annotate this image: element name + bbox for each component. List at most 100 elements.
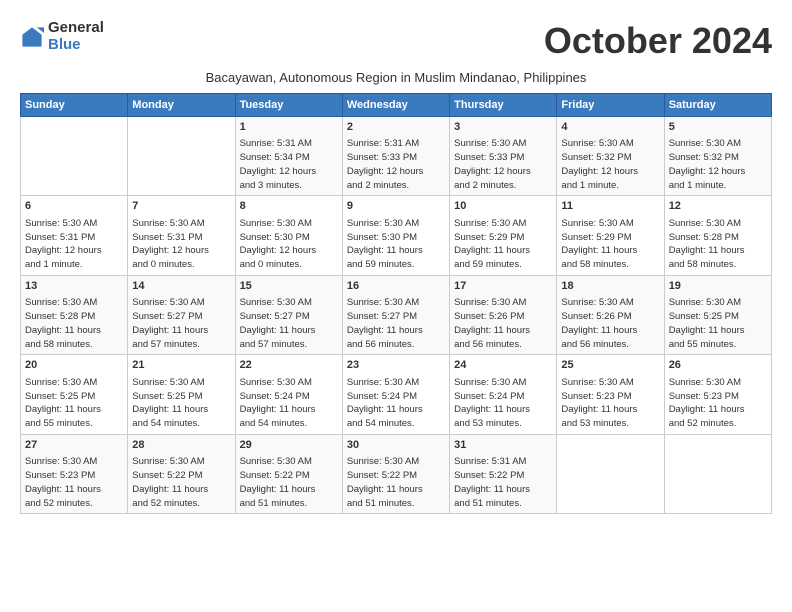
calendar-cell: 31Sunrise: 5:31 AM Sunset: 5:22 PM Dayli… — [450, 434, 557, 513]
calendar-cell: 4 Sunrise: 5:30 AM Sunset: 5:32 PM Daylig… — [557, 117, 664, 196]
day-number: 31 — [454, 438, 552, 453]
logo-blue-text: Blue — [48, 37, 104, 54]
calendar-cell: 8 Sunrise: 5:30 AM Sunset: 5:30 PM Daylig… — [235, 196, 342, 275]
day-number: 11 — [561, 199, 659, 214]
header-thursday: Thursday — [450, 94, 557, 117]
calendar-cell: 27Sunrise: 5:30 AM Sunset: 5:23 PM Dayli… — [21, 434, 128, 513]
day-number: 3 — [454, 120, 552, 135]
day-info: Sunrise: 5:30 AM Sunset: 5:27 PM Dayligh… — [132, 296, 230, 351]
calendar-cell: 2 Sunrise: 5:31 AM Sunset: 5:33 PM Daylig… — [342, 117, 449, 196]
day-info: Sunrise: 5:30 AM Sunset: 5:30 PM Dayligh… — [240, 217, 338, 272]
week-row-4: 27Sunrise: 5:30 AM Sunset: 5:23 PM Dayli… — [21, 434, 772, 513]
day-number: 30 — [347, 438, 445, 453]
calendar-cell: 5 Sunrise: 5:30 AM Sunset: 5:32 PM Daylig… — [664, 117, 771, 196]
day-info: Sunrise: 5:30 AM Sunset: 5:24 PM Dayligh… — [240, 376, 338, 431]
day-number: 2 — [347, 120, 445, 135]
day-info: Sunrise: 5:30 AM Sunset: 5:22 PM Dayligh… — [132, 455, 230, 510]
calendar-cell: 19 Sunrise: 5:30 AM Sunset: 5:25 PM Dayli… — [664, 275, 771, 354]
day-number: 28 — [132, 438, 230, 453]
header-wednesday: Wednesday — [342, 94, 449, 117]
calendar-cell: 29Sunrise: 5:30 AM Sunset: 5:22 PM Dayli… — [235, 434, 342, 513]
day-info: Sunrise: 5:30 AM Sunset: 5:32 PM Dayligh… — [561, 137, 659, 192]
header-saturday: Saturday — [664, 94, 771, 117]
page-subtitle: Bacayawan, Autonomous Region in Muslim M… — [20, 70, 772, 85]
calendar-table: SundayMondayTuesdayWednesdayThursdayFrid… — [20, 93, 772, 514]
day-number: 21 — [132, 358, 230, 373]
calendar-cell: 10Sunrise: 5:30 AM Sunset: 5:29 PM Dayli… — [450, 196, 557, 275]
calendar-cell: 23 Sunrise: 5:30 AM Sunset: 5:24 PM Dayli… — [342, 355, 449, 434]
month-title: October 2024 — [544, 20, 772, 62]
day-info: Sunrise: 5:30 AM Sunset: 5:28 PM Dayligh… — [669, 217, 767, 272]
day-number: 26 — [669, 358, 767, 373]
day-info: Sunrise: 5:30 AM Sunset: 5:25 PM Dayligh… — [669, 296, 767, 351]
calendar-cell — [664, 434, 771, 513]
day-number: 5 — [669, 120, 767, 135]
day-info: Sunrise: 5:30 AM Sunset: 5:22 PM Dayligh… — [240, 455, 338, 510]
day-info: Sunrise: 5:30 AM Sunset: 5:29 PM Dayligh… — [561, 217, 659, 272]
calendar-header: SundayMondayTuesdayWednesdayThursdayFrid… — [21, 94, 772, 117]
header-row: SundayMondayTuesdayWednesdayThursdayFrid… — [21, 94, 772, 117]
calendar-cell — [21, 117, 128, 196]
calendar-cell — [557, 434, 664, 513]
day-number: 13 — [25, 279, 123, 294]
day-info: Sunrise: 5:30 AM Sunset: 5:27 PM Dayligh… — [347, 296, 445, 351]
day-info: Sunrise: 5:30 AM Sunset: 5:22 PM Dayligh… — [347, 455, 445, 510]
day-number: 12 — [669, 199, 767, 214]
day-info: Sunrise: 5:30 AM Sunset: 5:25 PM Dayligh… — [132, 376, 230, 431]
day-info: Sunrise: 5:30 AM Sunset: 5:24 PM Dayligh… — [347, 376, 445, 431]
day-number: 14 — [132, 279, 230, 294]
day-number: 20 — [25, 358, 123, 373]
day-info: Sunrise: 5:30 AM Sunset: 5:33 PM Dayligh… — [454, 137, 552, 192]
header-sunday: Sunday — [21, 94, 128, 117]
day-info: Sunrise: 5:30 AM Sunset: 5:32 PM Dayligh… — [669, 137, 767, 192]
calendar-cell: 20 Sunrise: 5:30 AM Sunset: 5:25 PM Dayli… — [21, 355, 128, 434]
page-header: General Blue October 2024 — [20, 20, 772, 62]
calendar-cell: 22 Sunrise: 5:30 AM Sunset: 5:24 PM Dayli… — [235, 355, 342, 434]
day-number: 19 — [669, 279, 767, 294]
day-info: Sunrise: 5:30 AM Sunset: 5:31 PM Dayligh… — [132, 217, 230, 272]
calendar-cell: 3 Sunrise: 5:30 AM Sunset: 5:33 PM Daylig… — [450, 117, 557, 196]
calendar-cell: 15Sunrise: 5:30 AM Sunset: 5:27 PM Dayli… — [235, 275, 342, 354]
day-number: 24 — [454, 358, 552, 373]
day-info: Sunrise: 5:30 AM Sunset: 5:23 PM Dayligh… — [561, 376, 659, 431]
calendar-cell: 17Sunrise: 5:30 AM Sunset: 5:26 PM Dayli… — [450, 275, 557, 354]
day-number: 16 — [347, 279, 445, 294]
day-number: 7 — [132, 199, 230, 214]
week-row-0: 1Sunrise: 5:31 AM Sunset: 5:34 PM Daylig… — [21, 117, 772, 196]
day-info: Sunrise: 5:30 AM Sunset: 5:26 PM Dayligh… — [561, 296, 659, 351]
calendar-cell: 14 Sunrise: 5:30 AM Sunset: 5:27 PM Dayli… — [128, 275, 235, 354]
calendar-cell: 16 Sunrise: 5:30 AM Sunset: 5:27 PM Dayli… — [342, 275, 449, 354]
calendar-cell: 30 Sunrise: 5:30 AM Sunset: 5:22 PM Dayli… — [342, 434, 449, 513]
day-number: 18 — [561, 279, 659, 294]
day-number: 4 — [561, 120, 659, 135]
calendar-cell: 11 Sunrise: 5:30 AM Sunset: 5:29 PM Dayli… — [557, 196, 664, 275]
week-row-2: 13 Sunrise: 5:30 AM Sunset: 5:28 PM Dayli… — [21, 275, 772, 354]
day-number: 27 — [25, 438, 123, 453]
calendar-cell: 1Sunrise: 5:31 AM Sunset: 5:34 PM Daylig… — [235, 117, 342, 196]
day-number: 6 — [25, 199, 123, 214]
day-info: Sunrise: 5:30 AM Sunset: 5:25 PM Dayligh… — [25, 376, 123, 431]
day-info: Sunrise: 5:30 AM Sunset: 5:23 PM Dayligh… — [669, 376, 767, 431]
calendar-cell: 7 Sunrise: 5:30 AM Sunset: 5:31 PM Daylig… — [128, 196, 235, 275]
day-info: Sunrise: 5:30 AM Sunset: 5:31 PM Dayligh… — [25, 217, 123, 272]
day-number: 10 — [454, 199, 552, 214]
calendar-cell: 18 Sunrise: 5:30 AM Sunset: 5:26 PM Dayli… — [557, 275, 664, 354]
day-number: 22 — [240, 358, 338, 373]
calendar-cell: 9Sunrise: 5:30 AM Sunset: 5:30 PM Daylig… — [342, 196, 449, 275]
week-row-3: 20 Sunrise: 5:30 AM Sunset: 5:25 PM Dayli… — [21, 355, 772, 434]
calendar-cell: 6 Sunrise: 5:30 AM Sunset: 5:31 PM Daylig… — [21, 196, 128, 275]
day-info: Sunrise: 5:31 AM Sunset: 5:33 PM Dayligh… — [347, 137, 445, 192]
calendar-cell: 21 Sunrise: 5:30 AM Sunset: 5:25 PM Dayli… — [128, 355, 235, 434]
day-number: 17 — [454, 279, 552, 294]
calendar-cell: 25Sunrise: 5:30 AM Sunset: 5:23 PM Dayli… — [557, 355, 664, 434]
calendar-cell: 28 Sunrise: 5:30 AM Sunset: 5:22 PM Dayli… — [128, 434, 235, 513]
day-number: 23 — [347, 358, 445, 373]
day-info: Sunrise: 5:30 AM Sunset: 5:27 PM Dayligh… — [240, 296, 338, 351]
logo-icon — [20, 25, 44, 49]
calendar-cell — [128, 117, 235, 196]
day-number: 8 — [240, 199, 338, 214]
day-info: Sunrise: 5:30 AM Sunset: 5:28 PM Dayligh… — [25, 296, 123, 351]
day-info: Sunrise: 5:30 AM Sunset: 5:30 PM Dayligh… — [347, 217, 445, 272]
logo: General Blue — [20, 20, 104, 53]
week-row-1: 6 Sunrise: 5:30 AM Sunset: 5:31 PM Daylig… — [21, 196, 772, 275]
